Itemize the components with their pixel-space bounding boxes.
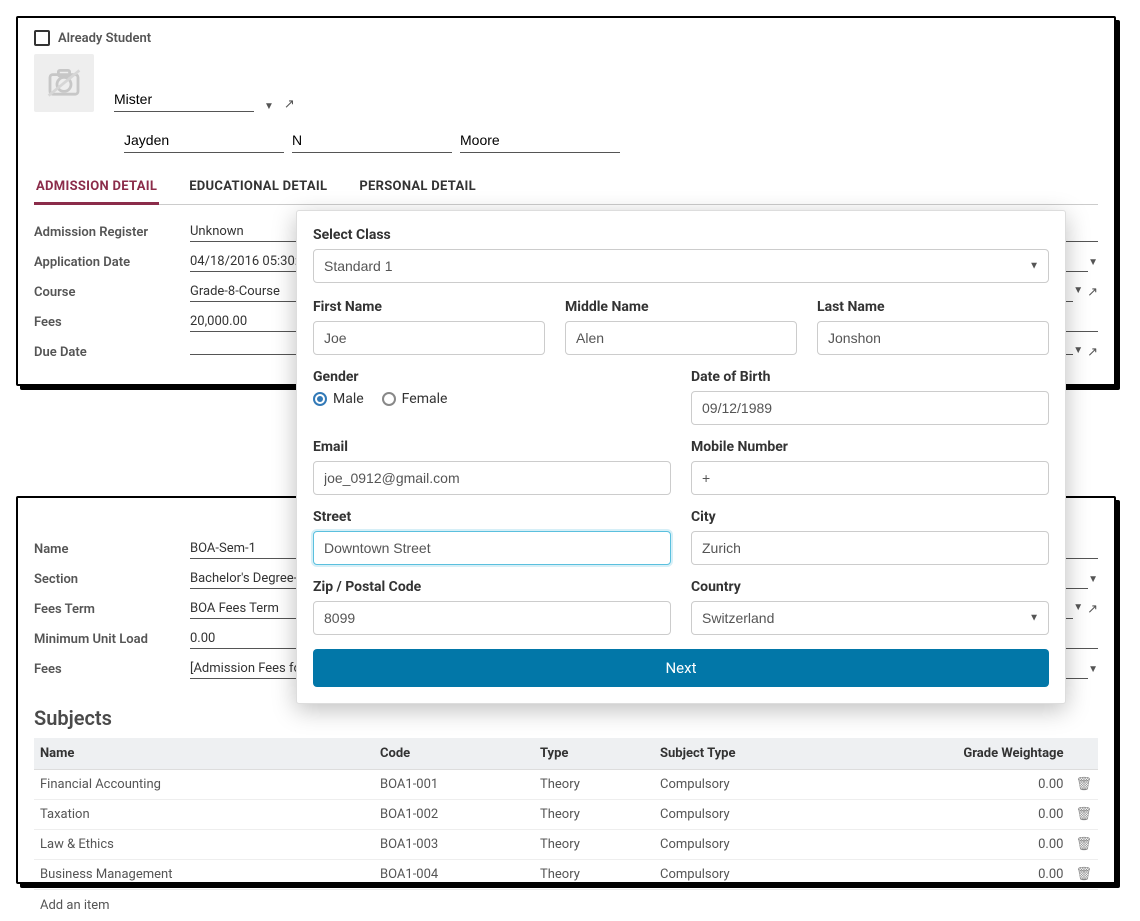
country-label: Country bbox=[691, 579, 1049, 595]
trash-icon[interactable]: 🗑 bbox=[1075, 777, 1092, 792]
table-row[interactable]: Law & EthicsBOA1-003TheoryCompulsory0.00… bbox=[34, 830, 1098, 860]
chevron-down-icon: ▼ bbox=[264, 101, 274, 112]
external-link-icon[interactable]: ↗ bbox=[1087, 345, 1098, 360]
add-an-item-link[interactable]: Add an item bbox=[34, 890, 1098, 921]
zip-field[interactable] bbox=[313, 601, 671, 635]
chevron-down-icon[interactable]: ▼ bbox=[1073, 345, 1083, 360]
tab-admission-detail[interactable]: ADMISSION DETAIL bbox=[34, 171, 159, 205]
first-name-input[interactable] bbox=[124, 128, 284, 153]
zip-label: Zip / Postal Code bbox=[313, 579, 671, 595]
course-label: Course bbox=[34, 285, 190, 300]
chevron-down-icon[interactable]: ▼ bbox=[1073, 285, 1083, 300]
title-select[interactable] bbox=[114, 87, 254, 112]
already-student-label: Already Student bbox=[58, 31, 151, 46]
gender-male-radio[interactable]: Male bbox=[313, 391, 364, 407]
application-date-label: Application Date bbox=[34, 255, 190, 270]
select-class-label: Select Class bbox=[313, 227, 1049, 243]
section-label: Section bbox=[34, 572, 190, 587]
email-field[interactable] bbox=[313, 461, 671, 495]
fees-label: Fees bbox=[34, 315, 190, 330]
country-dropdown[interactable] bbox=[691, 601, 1049, 635]
dob-label: Date of Birth bbox=[691, 369, 1049, 385]
col-weightage: Grade Weightage bbox=[854, 738, 1069, 770]
col-code: Code bbox=[374, 738, 534, 770]
last-name-label: Last Name bbox=[817, 299, 1049, 315]
trash-icon[interactable]: 🗑 bbox=[1075, 807, 1092, 822]
student-photo[interactable] bbox=[34, 54, 94, 112]
street-field[interactable] bbox=[313, 531, 671, 565]
city-label: City bbox=[691, 509, 1049, 525]
select-class-modal: Select Class First Name Middle Name Last… bbox=[296, 210, 1066, 704]
col-type: Type bbox=[534, 738, 654, 770]
gender-label: Gender bbox=[313, 369, 671, 385]
col-name: Name bbox=[34, 738, 374, 770]
subjects-table: Name Code Type Subject Type Grade Weight… bbox=[34, 738, 1098, 890]
mobile-label: Mobile Number bbox=[691, 439, 1049, 455]
email-label: Email bbox=[313, 439, 671, 455]
subjects-heading: Subjects bbox=[34, 706, 1098, 730]
admission-register-label: Admission Register bbox=[34, 225, 190, 240]
street-label: Street bbox=[313, 509, 671, 525]
camera-icon bbox=[47, 69, 81, 97]
table-row[interactable]: Business ManagementBOA1-004TheoryCompuls… bbox=[34, 860, 1098, 890]
min-unit-load-label: Minimum Unit Load bbox=[34, 632, 190, 647]
trash-icon[interactable]: 🗑 bbox=[1075, 837, 1092, 852]
middle-name-input[interactable] bbox=[292, 128, 452, 153]
due-date-label: Due Date bbox=[34, 345, 190, 360]
chevron-down-icon[interactable]: ▼ bbox=[1073, 602, 1083, 617]
sem-name-label: Name bbox=[34, 542, 190, 557]
external-link-icon[interactable]: ↗ bbox=[284, 97, 295, 112]
last-name-field[interactable] bbox=[817, 321, 1049, 355]
select-class-dropdown[interactable] bbox=[313, 249, 1049, 283]
table-row[interactable]: TaxationBOA1-002TheoryCompulsory0.00🗑 bbox=[34, 800, 1098, 830]
external-link-icon[interactable]: ↗ bbox=[1087, 602, 1098, 617]
sem-fees-label: Fees bbox=[34, 662, 190, 677]
already-student-checkbox[interactable] bbox=[34, 30, 50, 46]
first-name-field[interactable] bbox=[313, 321, 545, 355]
table-row[interactable]: Financial AccountingBOA1-001TheoryCompul… bbox=[34, 770, 1098, 800]
first-name-label: First Name bbox=[313, 299, 545, 315]
middle-name-label: Middle Name bbox=[565, 299, 797, 315]
tab-educational-detail[interactable]: EDUCATIONAL DETAIL bbox=[187, 171, 329, 204]
radio-dot-icon bbox=[313, 392, 327, 406]
mobile-field[interactable] bbox=[691, 461, 1049, 495]
fees-term-label: Fees Term bbox=[34, 602, 190, 617]
tab-personal-detail[interactable]: PERSONAL DETAIL bbox=[357, 171, 478, 204]
col-subject-type: Subject Type bbox=[654, 738, 854, 770]
trash-icon[interactable]: 🗑 bbox=[1075, 867, 1092, 882]
last-name-input[interactable] bbox=[460, 128, 620, 153]
chevron-down-icon[interactable]: ▼ bbox=[1088, 664, 1098, 675]
next-button[interactable]: Next bbox=[313, 649, 1049, 687]
dob-field[interactable] bbox=[691, 391, 1049, 425]
radio-dot-icon bbox=[382, 392, 396, 406]
gender-female-radio[interactable]: Female bbox=[382, 391, 448, 407]
middle-name-field[interactable] bbox=[565, 321, 797, 355]
chevron-down-icon[interactable]: ▼ bbox=[1088, 257, 1098, 268]
city-field[interactable] bbox=[691, 531, 1049, 565]
chevron-down-icon[interactable]: ▼ bbox=[1088, 574, 1098, 585]
external-link-icon[interactable]: ↗ bbox=[1087, 285, 1098, 300]
